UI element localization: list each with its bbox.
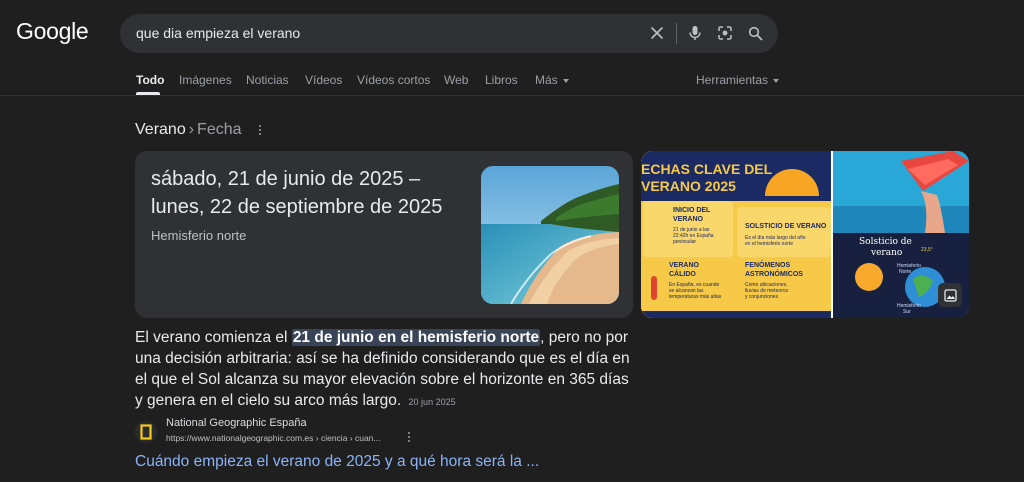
search-box[interactable]: que dia empieza el verano [120, 14, 778, 53]
chevron-down-icon [773, 78, 780, 83]
snippet-pre: El verano comienza el [135, 329, 292, 346]
beach-image[interactable] [481, 166, 619, 304]
answer-date-end: lunes, 22 de septiembre de 2025 [151, 196, 443, 218]
infographic-image[interactable]: ECHAS CLAVE DEL VERANO 2025 INICIO DEL V… [641, 151, 831, 318]
search-divider [676, 23, 677, 44]
image-gallery-icon[interactable] [938, 283, 962, 307]
header-divider [0, 95, 1024, 96]
tools-label: Herramientas [696, 73, 769, 87]
tab-videos[interactable]: Vídeos [305, 73, 342, 87]
source-name[interactable]: National Geographic España [166, 417, 307, 429]
breadcrumb-fecha: Fecha [197, 121, 242, 138]
tab-web[interactable]: Web [444, 73, 468, 87]
header: Google que dia empieza el verano Todo Im… [0, 0, 1024, 96]
tab-mas[interactable]: Más [535, 73, 569, 87]
google-logo[interactable]: Google [16, 18, 89, 45]
tab-noticias[interactable]: Noticias [246, 73, 289, 87]
search-input[interactable]: que dia empieza el verano [136, 25, 300, 41]
natgeo-favicon[interactable] [135, 421, 157, 443]
hemisphere-label: Hemisferio norte [151, 228, 247, 243]
result-title-link[interactable]: Cuándo empieza el verano de 2025 y a qué… [135, 453, 539, 471]
breadcrumb-verano[interactable]: Verano [135, 121, 186, 138]
chevron-down-icon [562, 78, 569, 83]
more-options-icon[interactable] [258, 125, 262, 137]
source-url[interactable]: https://www.nationalgeographic.com.es › … [166, 433, 381, 443]
tab-imagenes[interactable]: Imágenes [179, 73, 232, 87]
thermometer-icon [651, 276, 657, 300]
clear-icon[interactable] [646, 22, 668, 44]
snippet-highlight: 21 de junio en el hemisferio norte [291, 329, 541, 346]
source-more-options-icon[interactable] [407, 432, 411, 444]
snippet-date: 20 jun 2025 [408, 397, 456, 407]
breadcrumb: Verano › Fecha [135, 121, 242, 139]
tab-libros[interactable]: Libros [485, 73, 518, 87]
images-panel[interactable]: ECHAS CLAVE DEL VERANO 2025 INICIO DEL V… [641, 151, 969, 318]
search-icon[interactable] [744, 22, 766, 44]
tab-videos-cortos[interactable]: Vídeos cortos [357, 73, 430, 87]
tools-button[interactable]: Herramientas [696, 73, 780, 87]
tab-todo[interactable]: Todo [136, 73, 164, 87]
search-tabs: Todo Imágenes Noticias Vídeos Vídeos cor… [0, 70, 1024, 96]
breadcrumb-separator: › [188, 121, 195, 138]
lens-camera-icon[interactable] [714, 22, 736, 44]
tab-mas-label: Más [535, 73, 558, 87]
answer-date-start: sábado, 21 de junio de 2025 – [151, 168, 421, 190]
featured-snippet-text: El verano comienza el 21 de junio en el … [135, 327, 633, 413]
answer-card: sábado, 21 de junio de 2025 – lunes, 22 … [135, 151, 633, 318]
microphone-icon[interactable] [684, 22, 706, 44]
